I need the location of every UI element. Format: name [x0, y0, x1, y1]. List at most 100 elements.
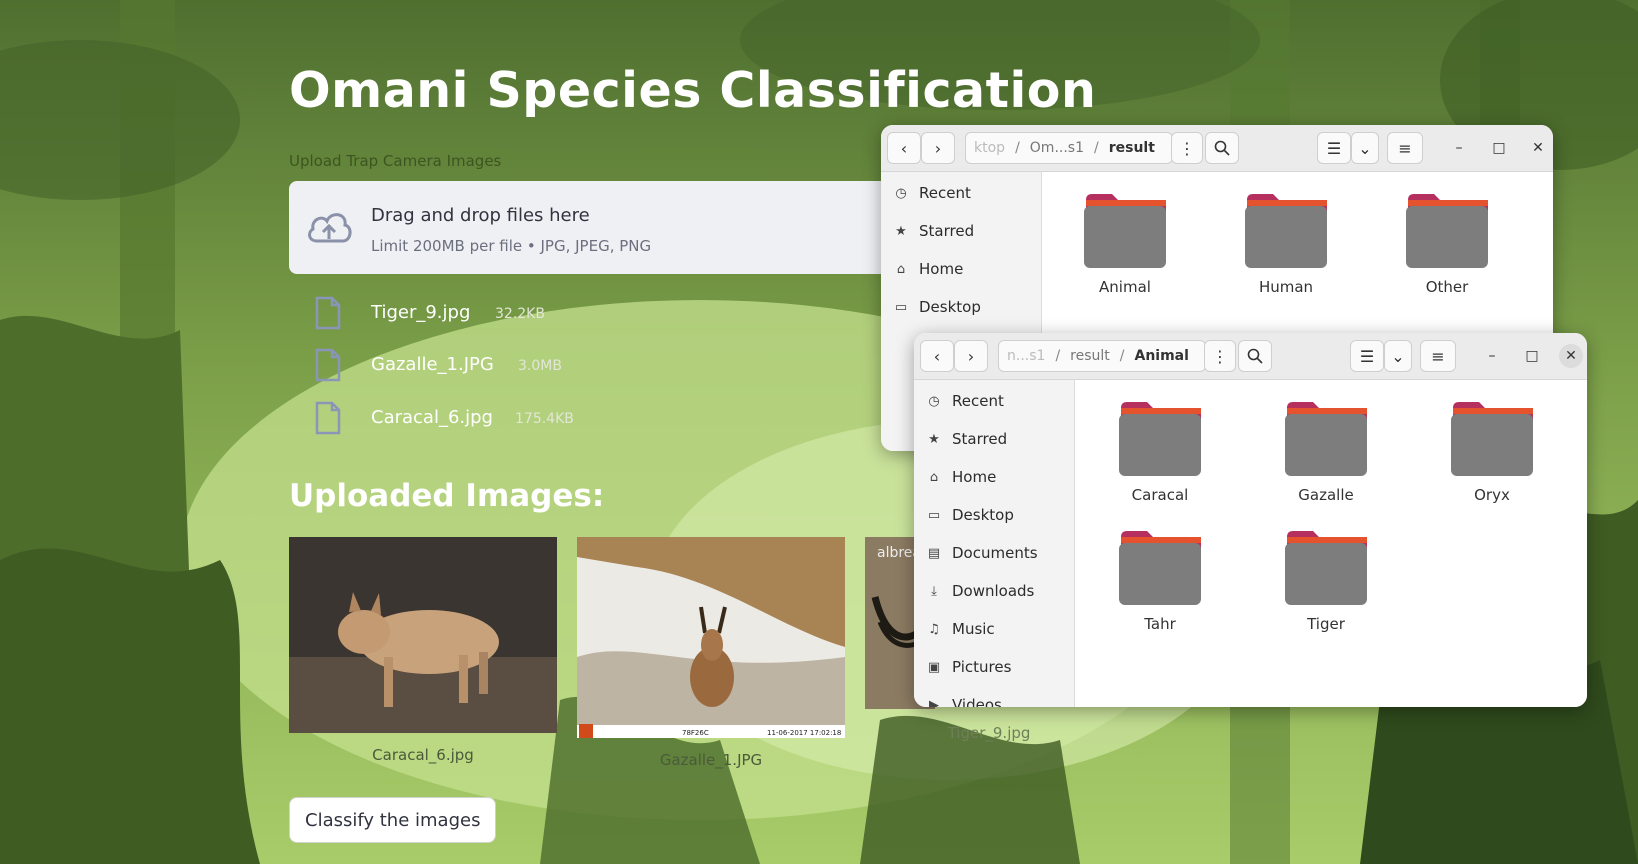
search-button[interactable]	[1205, 132, 1239, 164]
forward-button[interactable]: ›	[954, 340, 988, 372]
path-segment-current[interactable]: Animal	[1134, 348, 1188, 364]
folder-icon	[1451, 402, 1533, 476]
list-view-button[interactable]: ☰	[1317, 132, 1351, 164]
sidebar-item-label: Home	[952, 468, 997, 486]
maximize-button[interactable]: □	[1487, 136, 1511, 160]
folder-icon	[1084, 194, 1166, 268]
upload-label: Upload Trap Camera Images	[289, 152, 502, 170]
sidebar-item-pictures[interactable]: ▣ Pictures	[914, 649, 1074, 685]
sidebar-item-music[interactable]: ♫ Music	[914, 611, 1074, 647]
folder-animal[interactable]: Animal	[1070, 192, 1180, 296]
path-menu-button[interactable]: ⋮	[1171, 132, 1203, 164]
page-title: Omani Species Classification	[289, 62, 1097, 119]
video-icon: ▶	[929, 697, 939, 708]
sidebar-item-label: Videos	[952, 696, 1002, 707]
path-bar[interactable]: ktop / Om...s1/ result	[965, 132, 1173, 164]
folder-gazalle[interactable]: Gazalle	[1271, 400, 1381, 504]
sidebar-item-recent[interactable]: ◷ Recent	[914, 383, 1074, 419]
close-icon: ✕	[1565, 348, 1577, 364]
maximize-button[interactable]: □	[1520, 344, 1544, 368]
folder-oryx[interactable]: Oryx	[1437, 400, 1547, 504]
dropzone-title: Drag and drop files here	[371, 205, 590, 226]
path-bar[interactable]: n...s1/ result / Animal	[998, 340, 1206, 372]
list-view-button[interactable]: ☰	[1350, 340, 1384, 372]
image-caption: Tiger_9.jpg	[947, 724, 1031, 742]
caracal-image	[289, 537, 557, 733]
window-header: ‹ › n...s1/ result / Animal ⋮ ☰ ⌄ ≡ – □ ✕	[914, 333, 1587, 380]
sidebar-item-desktop[interactable]: ▭ Desktop	[881, 289, 1041, 325]
classify-button[interactable]: Classify the images	[289, 797, 497, 843]
folder-icon	[1406, 194, 1488, 268]
sidebar-item-starred[interactable]: ★ Starred	[914, 421, 1074, 457]
folder-label: Caracal	[1131, 486, 1189, 504]
file-icon	[315, 401, 341, 435]
back-button[interactable]: ‹	[887, 132, 921, 164]
maximize-icon: □	[1525, 348, 1539, 364]
folder-label: Tahr	[1144, 615, 1176, 633]
sidebar-item-downloads[interactable]: ⤓ Downloads	[914, 573, 1074, 609]
folder-tiger[interactable]: Tiger	[1271, 529, 1381, 633]
search-button[interactable]	[1238, 340, 1272, 372]
main-menu-button[interactable]: ≡	[1420, 340, 1456, 372]
image-caption: Caracal_6.jpg	[372, 746, 474, 764]
home-icon: ⌂	[896, 261, 906, 277]
path-segment[interactable]: n...s1	[1007, 348, 1045, 364]
music-icon: ♫	[928, 621, 940, 637]
view-options-button[interactable]: ⌄	[1351, 132, 1379, 164]
search-icon	[1247, 348, 1263, 364]
desktop-icon: ▭	[927, 507, 941, 523]
back-button[interactable]: ‹	[920, 340, 954, 372]
folder-icon	[1245, 194, 1327, 268]
path-segment[interactable]: Om...s1	[1030, 140, 1084, 156]
path-segment[interactable]: result	[1070, 348, 1110, 364]
cloud-upload-icon	[308, 213, 352, 243]
file-size: 32.2KB	[495, 306, 545, 322]
hamburger-menu-icon: ≡	[1398, 138, 1412, 158]
view-options-button[interactable]: ⌄	[1384, 340, 1412, 372]
chevron-right-icon: ›	[967, 346, 975, 366]
chevron-left-icon: ‹	[900, 138, 908, 158]
path-segment[interactable]: ktop	[974, 140, 1005, 156]
path-menu-button[interactable]: ⋮	[1204, 340, 1236, 372]
search-icon	[1214, 140, 1230, 156]
folder-label: Oryx	[1474, 486, 1510, 504]
sidebar-item-starred[interactable]: ★ Starred	[881, 213, 1041, 249]
uploaded-images-heading: Uploaded Images:	[289, 478, 605, 514]
file-size: 175.4KB	[515, 411, 574, 427]
gazelle-image: 78F26C 11-06-2017 17:02:18	[577, 537, 845, 738]
folder-label: Other	[1425, 278, 1469, 296]
folder-tahr[interactable]: Tahr	[1105, 529, 1215, 633]
forward-button[interactable]: ›	[921, 132, 955, 164]
sidebar-item-recent[interactable]: ◷ Recent	[881, 175, 1041, 211]
maximize-icon: □	[1492, 140, 1506, 156]
minimize-button[interactable]: –	[1480, 344, 1504, 368]
sidebar-item-home[interactable]: ⌂ Home	[881, 251, 1041, 287]
chevron-right-icon: ›	[934, 138, 942, 158]
close-button[interactable]: ✕	[1559, 344, 1583, 368]
camera-stamp-id: 78F26C	[682, 729, 709, 737]
sidebar-item-desktop[interactable]: ▭ Desktop	[914, 497, 1074, 533]
folder-other[interactable]: Other	[1392, 192, 1502, 296]
folder-icon	[1285, 402, 1367, 476]
window-header: ‹ › ktop / Om...s1/ result ⋮ ☰ ⌄ ≡ – □ ✕	[881, 125, 1553, 172]
home-icon: ⌂	[929, 469, 939, 485]
main-menu-button[interactable]: ≡	[1387, 132, 1423, 164]
close-button[interactable]: ✕	[1526, 136, 1550, 160]
sidebar-item-label: Music	[952, 620, 995, 638]
kebab-menu-icon: ⋮	[1179, 138, 1195, 158]
folder-icon	[1285, 531, 1367, 605]
camera-stamp-time: 11-06-2017 17:02:18	[767, 729, 841, 737]
file-icon	[315, 348, 341, 382]
sidebar-item-videos[interactable]: ▶ Videos	[914, 687, 1074, 707]
sidebar-item-home[interactable]: ⌂ Home	[914, 459, 1074, 495]
folder-human[interactable]: Human	[1231, 192, 1341, 296]
sidebar-item-documents[interactable]: ▤ Documents	[914, 535, 1074, 571]
minimize-icon: –	[1455, 140, 1463, 156]
minimize-button[interactable]: –	[1447, 136, 1471, 160]
path-segment-current[interactable]: result	[1109, 140, 1155, 156]
dropzone-subtitle: Limit 200MB per file • JPG, JPEG, PNG	[371, 237, 652, 255]
folder-caracal[interactable]: Caracal	[1105, 400, 1215, 504]
file-dropzone[interactable]: Drag and drop files here Limit 200MB per…	[289, 181, 929, 274]
file-icon	[315, 296, 341, 330]
file-name: Gazalle_1.JPG	[371, 354, 494, 375]
